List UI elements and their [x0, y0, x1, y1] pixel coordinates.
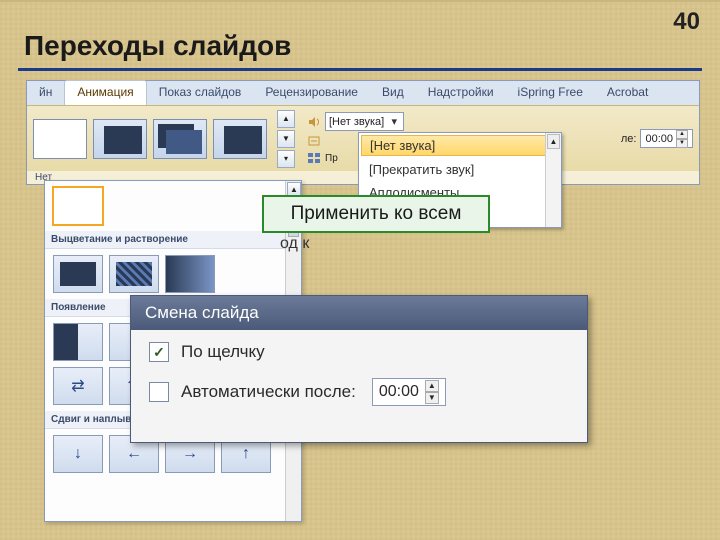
spin-down-icon[interactable]: ▼ [425, 392, 439, 404]
page-number: 40 [673, 8, 700, 36]
dropdown-icon: ▾ [388, 115, 400, 128]
gallery-thumb[interactable]: ↓ [53, 435, 103, 473]
spin-up-icon[interactable]: ▲ [676, 130, 688, 139]
time-group: ле: 00:00 ▲ ▼ [621, 129, 693, 148]
transition-thumb-2[interactable] [153, 119, 207, 159]
arrow-icon: ⇄ [54, 368, 102, 404]
transition-thumb-none[interactable] [33, 119, 87, 159]
transition-strip: ▲ ▼ ▾ [33, 110, 295, 168]
sound-dropdown-scrollbar[interactable]: ▲ [545, 133, 561, 227]
tab-animation[interactable]: Анимация [64, 80, 146, 105]
checkbox-auto-after[interactable] [149, 382, 169, 402]
advance-slide-popup: Смена слайда ✓ По щелчку Автоматически п… [130, 295, 588, 443]
sound-option-none[interactable]: [Нет звука] [361, 135, 559, 156]
tab-ispring[interactable]: iSpring Free [506, 81, 595, 105]
arrow-icon: ↓ [54, 436, 102, 472]
ribbon-tabs: йн Анимация Показ слайдов Рецензирование… [27, 81, 699, 105]
spin-up-icon[interactable]: ▲ [425, 380, 439, 392]
overlap-text: од к [280, 235, 309, 253]
after-label: ле: [621, 133, 637, 145]
apply-partial-label: Пр [325, 153, 338, 164]
transition-scroll-down[interactable]: ▼ [277, 130, 295, 148]
gallery-thumb[interactable] [165, 255, 215, 293]
sound-icon [307, 115, 321, 129]
tab-acrobat[interactable]: Acrobat [595, 81, 660, 105]
sound-option-stop[interactable]: [Прекратить звук] [359, 158, 561, 181]
scroll-up-icon[interactable]: ▲ [287, 182, 301, 196]
gallery-cat-fade: Выцветание и растворение [45, 231, 301, 249]
callout-apply-all: Применить ко всем [262, 195, 490, 233]
sound-combo-value: [Нет звука] [329, 116, 384, 128]
gallery-thumb[interactable] [53, 323, 103, 361]
spin-down-icon[interactable]: ▼ [676, 139, 688, 148]
transition-expand[interactable]: ▾ [277, 150, 295, 168]
scroll-up-icon[interactable]: ▲ [547, 134, 560, 149]
transition-thumb-1[interactable] [93, 119, 147, 159]
gallery-thumb-none[interactable] [53, 187, 103, 225]
transition-thumb-3[interactable] [213, 119, 267, 159]
auto-after-time-value: 00:00 [379, 383, 419, 401]
title-underline [18, 68, 702, 71]
transition-scroll-up[interactable]: ▲ [277, 110, 295, 128]
transition-scroll: ▲ ▼ ▾ [277, 110, 295, 168]
after-time-value: 00:00 [645, 133, 673, 145]
speed-icon [307, 134, 321, 148]
tab-view[interactable]: Вид [370, 81, 416, 105]
gallery-thumb[interactable]: ⇄ [53, 367, 103, 405]
label-auto-after: Автоматически после: [181, 382, 356, 402]
tab-design[interactable]: йн [27, 81, 64, 105]
auto-after-time-spinner[interactable]: 00:00 ▲ ▼ [372, 378, 446, 406]
advance-popup-title: Смена слайда [131, 296, 587, 330]
after-time-spinner[interactable]: 00:00 ▲ ▼ [640, 129, 693, 148]
label-on-click: По щелчку [181, 342, 265, 362]
tab-slideshow[interactable]: Показ слайдов [147, 81, 254, 105]
apply-icon [307, 151, 321, 165]
gallery-thumb[interactable] [109, 255, 159, 293]
checkbox-on-click[interactable]: ✓ [149, 342, 169, 362]
page-title: Переходы слайдов [24, 30, 291, 62]
sound-combo[interactable]: [Нет звука] ▾ [325, 112, 404, 131]
tab-addins[interactable]: Надстройки [416, 81, 506, 105]
tab-review[interactable]: Рецензирование [253, 81, 370, 105]
gallery-thumb[interactable] [53, 255, 103, 293]
